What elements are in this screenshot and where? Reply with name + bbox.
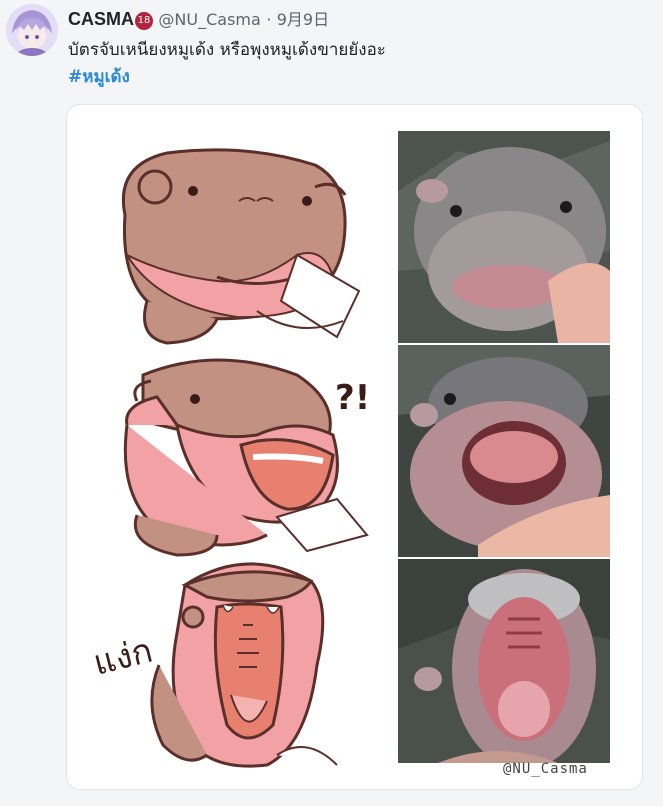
separator-dot: ·	[266, 10, 272, 29]
hippo-panel-1	[121, 148, 361, 345]
display-name[interactable]: CASMA	[68, 9, 134, 29]
hashtag-link[interactable]: #หมูเด้ง	[68, 63, 130, 90]
post-date[interactable]: 9月9日	[277, 10, 329, 29]
panel-2-caption: ?!	[335, 378, 370, 418]
hippo-illustration: ?! แง่ก	[90, 148, 370, 768]
age-badge: 18	[135, 12, 153, 30]
post-image[interactable]: ?! แง่ก @NU_Casma	[66, 104, 643, 790]
panel-3-caption: แง่ก	[90, 631, 157, 684]
hippo-photo-1	[398, 131, 610, 343]
watermark: @NU_Casma	[503, 761, 588, 777]
hippo-photo-3	[398, 559, 610, 763]
post-header: CASMA 18 @NU_Casma · 9月9日	[68, 6, 329, 30]
hippo-panel-2	[123, 358, 369, 557]
avatar[interactable]	[6, 4, 58, 56]
hippo-photo-2	[398, 345, 610, 557]
user-handle[interactable]: @NU_Casma	[158, 10, 260, 29]
tweet: CASMA 18 @NU_Casma · 9月9日 บัตรจับเหนียงหม…	[0, 0, 663, 806]
hippo-panel-3	[150, 562, 338, 768]
post-text: บัตรจับเหนียงหมูเด้ง หรือพุงหมูเด้งขายยั…	[68, 40, 386, 60]
